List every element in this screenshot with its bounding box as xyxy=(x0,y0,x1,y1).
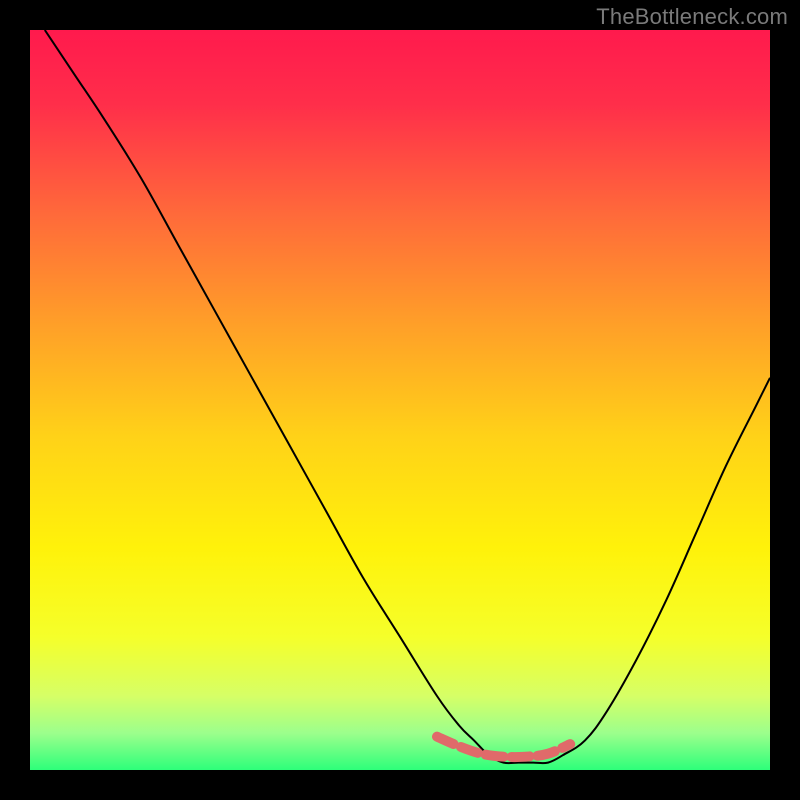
plot-area xyxy=(30,30,770,770)
bottleneck-curve xyxy=(45,30,770,763)
watermark-text: TheBottleneck.com xyxy=(596,4,788,30)
chart-frame: TheBottleneck.com xyxy=(0,0,800,800)
marker-band xyxy=(437,737,570,757)
curve-layer xyxy=(30,30,770,770)
